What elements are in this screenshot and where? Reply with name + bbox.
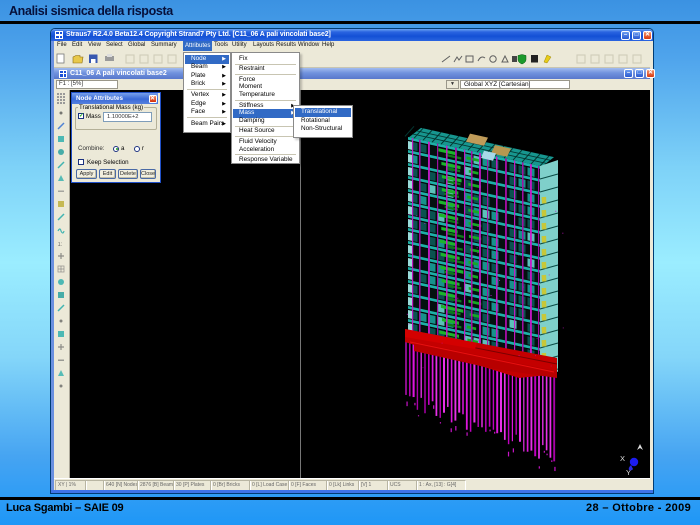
svg-text:1:: 1: xyxy=(58,242,63,248)
svg-text:X: X xyxy=(620,454,625,463)
